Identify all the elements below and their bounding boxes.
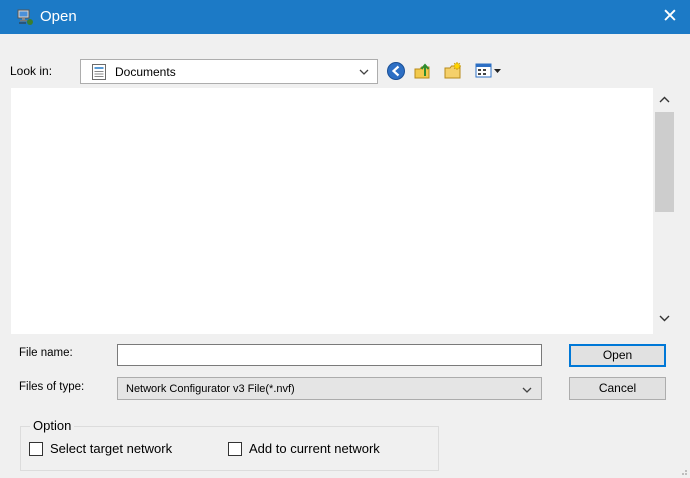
title-bar: Open ✕ — [0, 0, 690, 34]
look-in-label: Look in: — [10, 64, 53, 78]
scrollbar-thumb[interactable] — [655, 112, 674, 212]
select-target-network-label[interactable]: Select target network — [50, 441, 172, 456]
cancel-button[interactable]: Cancel — [569, 377, 666, 400]
view-menu-icon[interactable] — [474, 61, 504, 81]
resize-grip-icon[interactable] — [678, 466, 688, 476]
file-name-label: File name: — [19, 347, 73, 359]
files-of-type-value: Network Configurator v3 File(*.nvf) — [126, 383, 295, 395]
select-target-network-checkbox[interactable] — [29, 442, 43, 456]
look-in-value: Documents — [115, 65, 176, 79]
chevron-down-icon — [359, 69, 369, 75]
close-button[interactable]: ✕ — [650, 0, 690, 34]
chevron-down-icon — [522, 387, 532, 393]
new-folder-icon[interactable] — [443, 61, 463, 81]
chevron-down-icon[interactable] — [659, 314, 670, 322]
documents-folder-icon — [92, 64, 106, 80]
vertical-scrollbar[interactable] — [653, 88, 676, 334]
option-group-legend: Option — [30, 418, 75, 433]
add-to-current-network-label[interactable]: Add to current network — [249, 441, 380, 456]
file-list-area[interactable] — [11, 88, 675, 334]
computer-network-icon — [17, 9, 33, 25]
files-of-type-dropdown[interactable]: Network Configurator v3 File(*.nvf) — [117, 377, 542, 400]
close-icon: ✕ — [662, 6, 678, 27]
files-of-type-label: Files of type: — [19, 381, 85, 393]
file-name-input[interactable] — [117, 344, 542, 366]
back-icon[interactable] — [386, 61, 406, 81]
look-in-dropdown[interactable]: Documents — [80, 59, 378, 84]
chevron-up-icon[interactable] — [659, 96, 670, 104]
open-button[interactable]: Open — [569, 344, 666, 367]
add-to-current-network-checkbox[interactable] — [228, 442, 242, 456]
up-folder-icon[interactable] — [413, 61, 433, 81]
window-title: Open — [40, 8, 77, 25]
